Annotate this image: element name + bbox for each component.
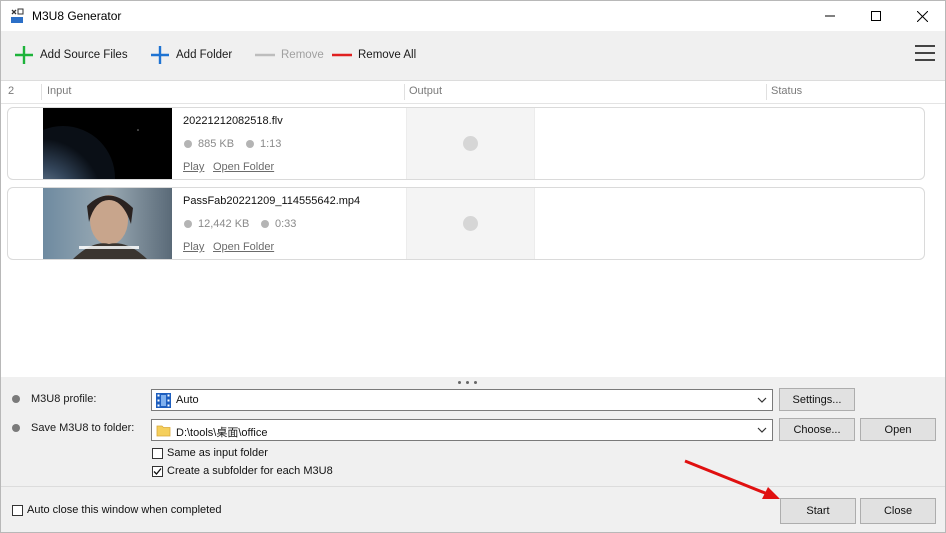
list-item[interactable]: 20221212082518.flv 885 KB 1:13 Play Open…: [7, 107, 925, 180]
file-name: PassFab20221209_114555642.mp4: [183, 195, 361, 207]
open-folder-button[interactable]: Open: [860, 418, 936, 441]
column-status[interactable]: Status: [771, 85, 802, 97]
title-bar: M3U8 Generator: [1, 1, 945, 31]
app-icon: [11, 8, 24, 23]
close-window-button[interactable]: [899, 1, 945, 31]
create-subfolder-label: Create a subfolder for each M3U8: [167, 465, 333, 477]
bullet-icon: [261, 220, 269, 228]
app-window: M3U8 Generator Add Source Files Add Fold…: [0, 0, 946, 533]
same-as-input-label: Same as input folder: [167, 447, 268, 459]
checkmark-icon: [153, 467, 162, 475]
close-button[interactable]: Close: [860, 498, 936, 524]
open-folder-link[interactable]: Open Folder: [213, 241, 274, 253]
splitter-grip[interactable]: [458, 381, 477, 384]
menu-icon[interactable]: [915, 45, 935, 63]
list-header: 2 Input Output Status: [1, 81, 945, 104]
checkbox-box: [12, 504, 23, 516]
video-thumbnail: [43, 188, 172, 259]
plus-icon: [15, 46, 33, 64]
add-source-files-button[interactable]: Add Source Files: [13, 43, 128, 67]
maximize-button[interactable]: [853, 1, 899, 31]
settings-button[interactable]: Settings...: [779, 388, 855, 411]
play-link[interactable]: Play: [183, 241, 204, 253]
auto-close-label: Auto close this window when completed: [27, 504, 222, 516]
remove-button[interactable]: Remove: [254, 43, 324, 67]
column-input[interactable]: Input: [47, 85, 71, 97]
add-source-files-label: Add Source Files: [40, 49, 128, 61]
folder-value: D:\tools\桌面\office: [176, 427, 268, 439]
same-as-input-checkbox[interactable]: Same as input folder: [152, 447, 268, 459]
minus-icon: [255, 53, 275, 57]
file-size: 885 KB: [184, 138, 234, 150]
close-icon: [916, 10, 928, 22]
film-icon: [156, 393, 171, 408]
checkbox-box: [152, 447, 163, 459]
open-folder-link[interactable]: Open Folder: [213, 161, 274, 173]
minimize-button[interactable]: [807, 1, 853, 31]
remove-all-label: Remove All: [358, 49, 417, 61]
output-cell[interactable]: [406, 188, 535, 259]
file-duration: 0:33: [261, 218, 296, 230]
add-folder-button[interactable]: Add Folder: [149, 43, 232, 67]
item-count: 2: [8, 85, 15, 97]
output-placeholder-icon: [463, 216, 478, 231]
bullet-icon: [184, 220, 192, 228]
bullet-icon: [246, 140, 254, 148]
folder-icon: [156, 425, 171, 437]
create-subfolder-checkbox[interactable]: Create a subfolder for each M3U8: [152, 465, 333, 477]
file-list: 2 Input Output Status 20221212082518.flv…: [1, 81, 945, 377]
checkbox-box: [152, 465, 163, 477]
chevron-down-icon: [757, 397, 767, 403]
output-folder-select[interactable]: D:\tools\桌面\office: [151, 419, 773, 441]
plus-icon: [151, 46, 169, 64]
remove-all-button[interactable]: Remove All: [331, 43, 416, 67]
play-link[interactable]: Play: [183, 161, 204, 173]
remove-label: Remove: [281, 49, 324, 61]
profile-select[interactable]: Auto: [151, 389, 773, 411]
file-duration: 1:13: [246, 138, 281, 150]
minimize-icon: [825, 15, 835, 17]
add-folder-label: Add Folder: [176, 49, 233, 61]
minus-icon: [332, 53, 352, 57]
chevron-down-icon: [757, 427, 767, 433]
window-title: M3U8 Generator: [32, 9, 122, 23]
video-thumbnail: [43, 108, 172, 179]
bullet-icon: [184, 140, 192, 148]
maximize-icon: [871, 11, 881, 21]
file-name: 20221212082518.flv: [183, 115, 283, 127]
profile-value: Auto: [176, 394, 199, 406]
profile-label: M3U8 profile:: [12, 393, 96, 405]
list-item[interactable]: PassFab20221209_114555642.mp4 12,442 KB …: [7, 187, 925, 260]
column-output[interactable]: Output: [409, 85, 442, 97]
file-size: 12,442 KB: [184, 218, 249, 230]
toolbar: Add Source Files Add Folder Remove Remov…: [1, 31, 945, 81]
choose-folder-button[interactable]: Choose...: [779, 418, 855, 441]
output-cell[interactable]: [406, 108, 535, 179]
start-button[interactable]: Start: [780, 498, 856, 524]
output-placeholder-icon: [463, 136, 478, 151]
auto-close-checkbox[interactable]: Auto close this window when completed: [12, 504, 221, 516]
folder-label: Save M3U8 to folder:: [12, 422, 134, 434]
annotation-arrow-icon: [684, 459, 780, 499]
footer: Auto close this window when completed St…: [1, 486, 945, 532]
